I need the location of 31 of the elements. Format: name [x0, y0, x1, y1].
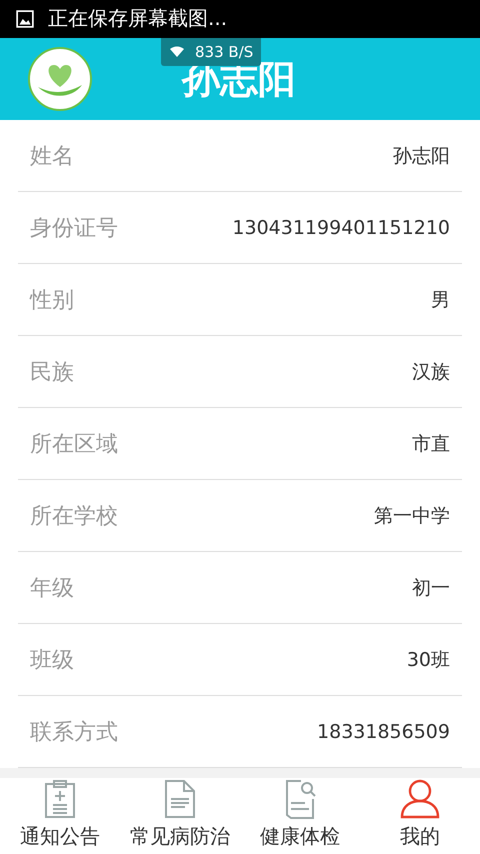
- field-value: 汉族: [412, 360, 450, 385]
- clipboard-icon: [43, 779, 77, 819]
- nav-tab[interactable]: 健康体检: [240, 778, 360, 854]
- field-value: 男: [431, 288, 450, 313]
- field-label: 姓名: [30, 142, 74, 171]
- speed-text: 833 B/S: [195, 42, 254, 61]
- wifi-icon: [169, 46, 185, 58]
- field-value: 第一中学: [374, 504, 450, 529]
- field-label: 联系方式: [30, 718, 118, 747]
- field-value: 130431199401151210: [232, 216, 450, 239]
- field-value: 孙志阳: [393, 144, 450, 169]
- nav-tab[interactable]: 我的: [360, 778, 480, 854]
- field-value: 18331856509: [317, 720, 450, 743]
- field-label: 所在学校: [30, 502, 118, 531]
- field-label: 所在区域: [30, 430, 118, 459]
- nav-tab[interactable]: 通知公告: [0, 778, 120, 854]
- nav-tab[interactable]: 常见病防治: [120, 778, 240, 854]
- logo-icon: [28, 47, 92, 112]
- field-value: 30班: [406, 648, 450, 673]
- notification-text: 正在保存屏幕截图...: [48, 5, 228, 32]
- field-label: 性别: [30, 286, 74, 315]
- image-icon: [16, 10, 34, 28]
- field-label: 班级: [30, 646, 74, 675]
- document-icon: [163, 779, 197, 819]
- field-label: 民族: [30, 358, 74, 387]
- field-value: 市直: [412, 432, 450, 457]
- field-value: 初一: [412, 576, 450, 601]
- field-label: 年级: [30, 574, 74, 603]
- field-label: 身份证号: [30, 214, 118, 243]
- person-icon: [400, 779, 440, 819]
- document-search-icon: [283, 779, 317, 819]
